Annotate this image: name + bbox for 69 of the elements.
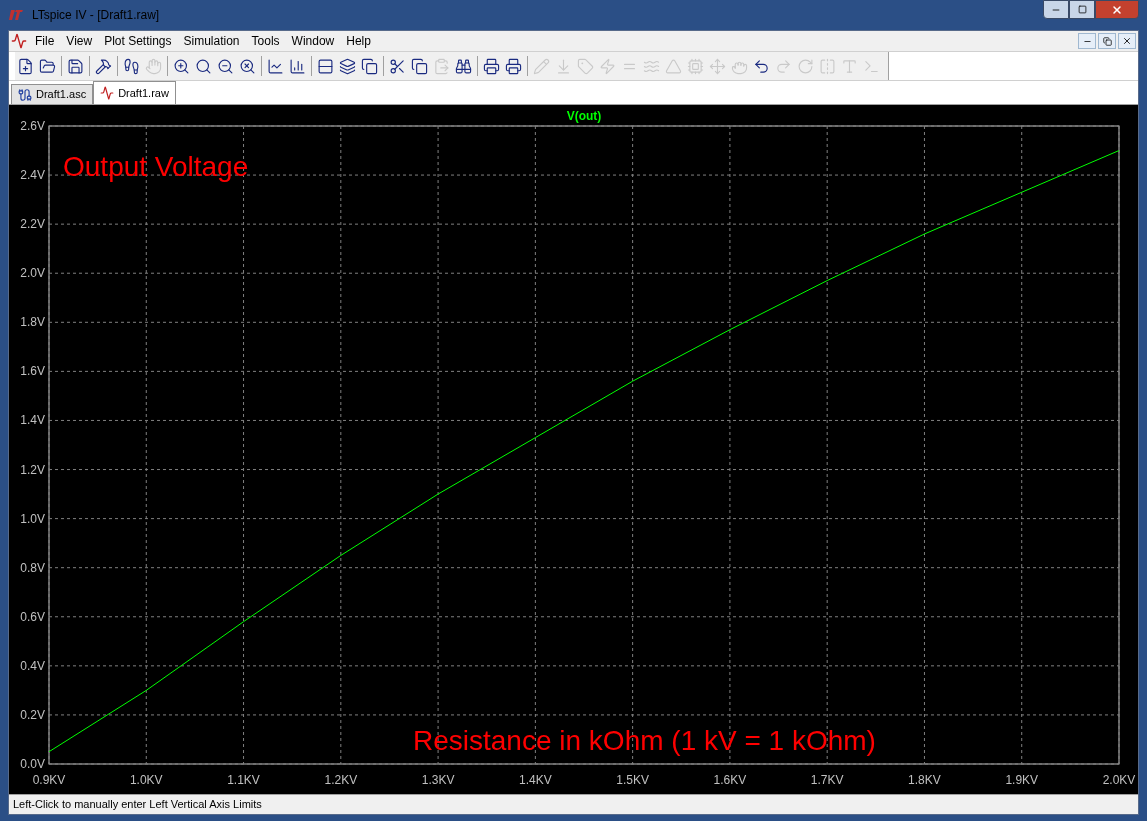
windows-icon[interactable]	[361, 57, 378, 75]
close-icon	[1111, 3, 1123, 16]
x-tick-label: 1.8KV	[908, 773, 941, 787]
plot-annotation: Resistance in kOhm (1 kV = 1 kOhm)	[413, 725, 876, 756]
restore-icon	[1102, 36, 1112, 46]
x-tick-label: 0.9KV	[32, 773, 66, 787]
trace-title[interactable]: V(out)	[566, 109, 602, 123]
document-tab[interactable]: Draft1.asc	[11, 84, 94, 104]
y-tick-label: 1.6V	[20, 364, 45, 379]
copy-icon[interactable]	[411, 57, 428, 75]
y-tick-label: 0.8V	[20, 560, 45, 575]
waveform-icon	[100, 86, 115, 100]
x-tick-label: 1.9KV	[1005, 773, 1039, 787]
x-tick-label: 1.3KV	[421, 773, 455, 787]
y-tick-label: 1.2V	[20, 462, 45, 477]
x-tick-label: 2.0KV	[1102, 773, 1136, 787]
mdi-close-button[interactable]	[1118, 33, 1136, 49]
waveform-icon	[11, 33, 27, 49]
x-tick-label: 1.6KV	[713, 773, 747, 787]
x-tick-label: 1.0KV	[129, 773, 163, 787]
y-tick-label: 2.0V	[20, 266, 45, 281]
print-icon[interactable]	[505, 57, 522, 75]
y-tick-label: 2.6V	[20, 119, 45, 133]
menu-item[interactable]: Simulation	[177, 32, 246, 50]
printer-setup-icon[interactable]	[483, 57, 500, 75]
binoculars-icon[interactable]	[455, 57, 472, 75]
mdi-minimize-button[interactable]	[1078, 33, 1096, 49]
menu-item[interactable]: Tools	[245, 32, 286, 50]
traces-icon[interactable]	[267, 57, 284, 75]
minimize-button[interactable]	[1043, 0, 1069, 19]
y-tick-label: 0.2V	[20, 707, 45, 722]
x-tick-label: 1.2KV	[324, 773, 358, 787]
zoom-out-icon[interactable]	[217, 57, 234, 75]
close-icon	[1122, 36, 1132, 46]
hammer-icon[interactable]	[95, 57, 112, 75]
magnifier-cross-icon[interactable]	[239, 57, 256, 75]
new-file-icon[interactable]	[17, 57, 34, 75]
menu-item[interactable]: Help	[340, 32, 377, 50]
x-tick-label: 1.4KV	[519, 773, 552, 787]
y-tick-label: 1.4V	[20, 413, 45, 428]
save-icon[interactable]	[67, 57, 84, 75]
x-tick-label: 1.5KV	[616, 773, 649, 787]
menu-item[interactable]: File	[29, 32, 61, 50]
cut-icon[interactable]	[389, 57, 406, 75]
x-tick-label: 1.1KV	[227, 773, 260, 787]
magnifier-icon[interactable]	[195, 57, 212, 75]
maximize-icon	[1077, 5, 1087, 14]
document-tab[interactable]: Draft1.raw	[93, 81, 176, 104]
menu-item[interactable]: Window	[285, 32, 341, 50]
menu-item[interactable]: View	[60, 32, 99, 50]
x-tick-label: 1.7KV	[810, 773, 844, 787]
y-tick-label: 1.0V	[20, 511, 45, 526]
undo-icon[interactable]	[753, 57, 770, 75]
maximize-button[interactable]	[1069, 0, 1095, 19]
plot-annotation: Output Voltage	[63, 151, 249, 182]
y-tick-label: 2.2V	[20, 217, 45, 232]
folder-icon[interactable]	[39, 57, 56, 75]
y-tick-label: 0.0V	[20, 757, 45, 771]
y-tick-label: 0.4V	[20, 658, 45, 673]
app-logo-icon	[8, 9, 24, 21]
y-tick-label: 2.4V	[20, 168, 45, 183]
tile-windows-icon[interactable]	[317, 57, 334, 75]
zoom-in-icon[interactable]	[173, 57, 190, 75]
window-title: LTspice IV - [Draft1.raw]	[32, 7, 160, 24]
mdi-restore-button[interactable]	[1098, 33, 1116, 49]
close-button[interactable]	[1095, 0, 1139, 19]
y-tick-label: 0.6V	[20, 609, 45, 624]
y-tick-label: 1.8V	[20, 315, 45, 330]
menu-item[interactable]: Plot Settings	[98, 32, 178, 50]
